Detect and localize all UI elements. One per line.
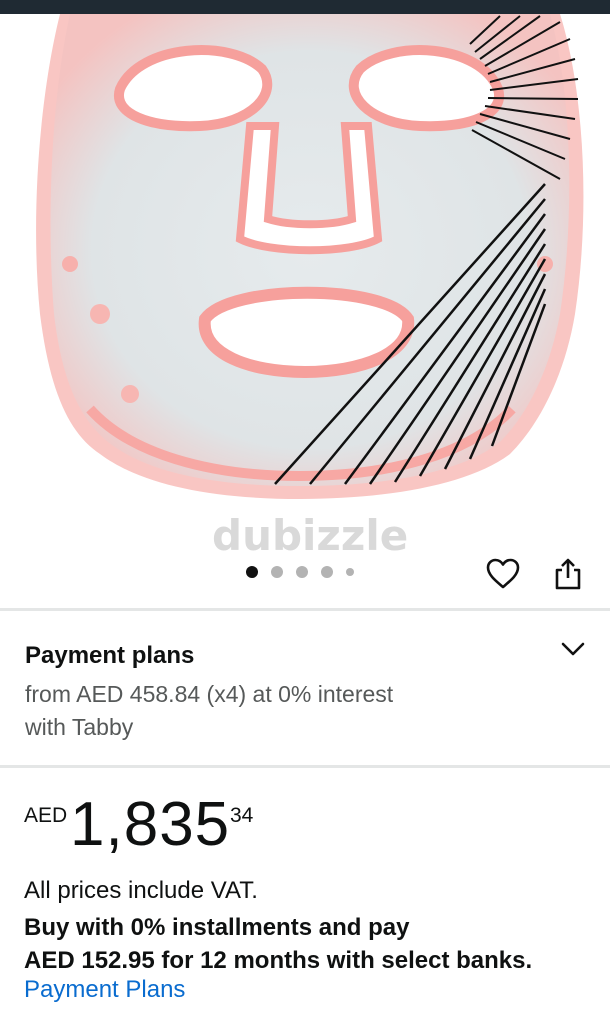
price-whole: 1,835 <box>70 790 231 859</box>
pagination-dot[interactable] <box>346 568 354 576</box>
pagination-dot-active[interactable] <box>246 566 258 578</box>
divider <box>0 608 610 611</box>
divider <box>0 765 610 768</box>
price-fraction: 34 <box>230 804 254 827</box>
payment-plans-link[interactable]: Payment Plans <box>24 976 185 1004</box>
pagination-dot[interactable] <box>271 566 283 578</box>
chevron-down-icon <box>561 642 585 656</box>
installments-note: Buy with 0% installments and pay AED 152… <box>24 911 604 977</box>
status-bar <box>0 0 610 14</box>
product-image-gallery[interactable]: dubizzle <box>0 14 610 609</box>
pagination-dot[interactable] <box>321 566 333 578</box>
payment-plans-line: with Tabby <box>25 714 134 740</box>
payment-plans-toggle[interactable] <box>556 634 590 664</box>
installments-line: Buy with 0% installments and pay <box>24 914 410 941</box>
watermark: dubizzle <box>212 511 409 560</box>
image-pagination-dots[interactable] <box>246 566 354 578</box>
share-icon <box>555 558 581 590</box>
payment-plans-line: from AED 458.84 (x4) at 0% interest <box>25 681 394 707</box>
price-currency: AED <box>24 804 68 827</box>
installments-line: AED 152.95 for 12 months with select ban… <box>24 947 533 974</box>
pagination-dot[interactable] <box>296 566 308 578</box>
share-button[interactable] <box>550 555 586 593</box>
favorite-button[interactable] <box>484 555 522 593</box>
payment-plans-description: from AED 458.84 (x4) at 0% interest with… <box>25 678 485 744</box>
vat-note: All prices include VAT. <box>24 877 258 904</box>
heart-icon <box>486 558 520 589</box>
payment-plans-title: Payment plans <box>25 642 195 669</box>
payment-plans-section[interactable]: Payment plans from AED 458.84 (x4) at 0%… <box>0 612 610 764</box>
